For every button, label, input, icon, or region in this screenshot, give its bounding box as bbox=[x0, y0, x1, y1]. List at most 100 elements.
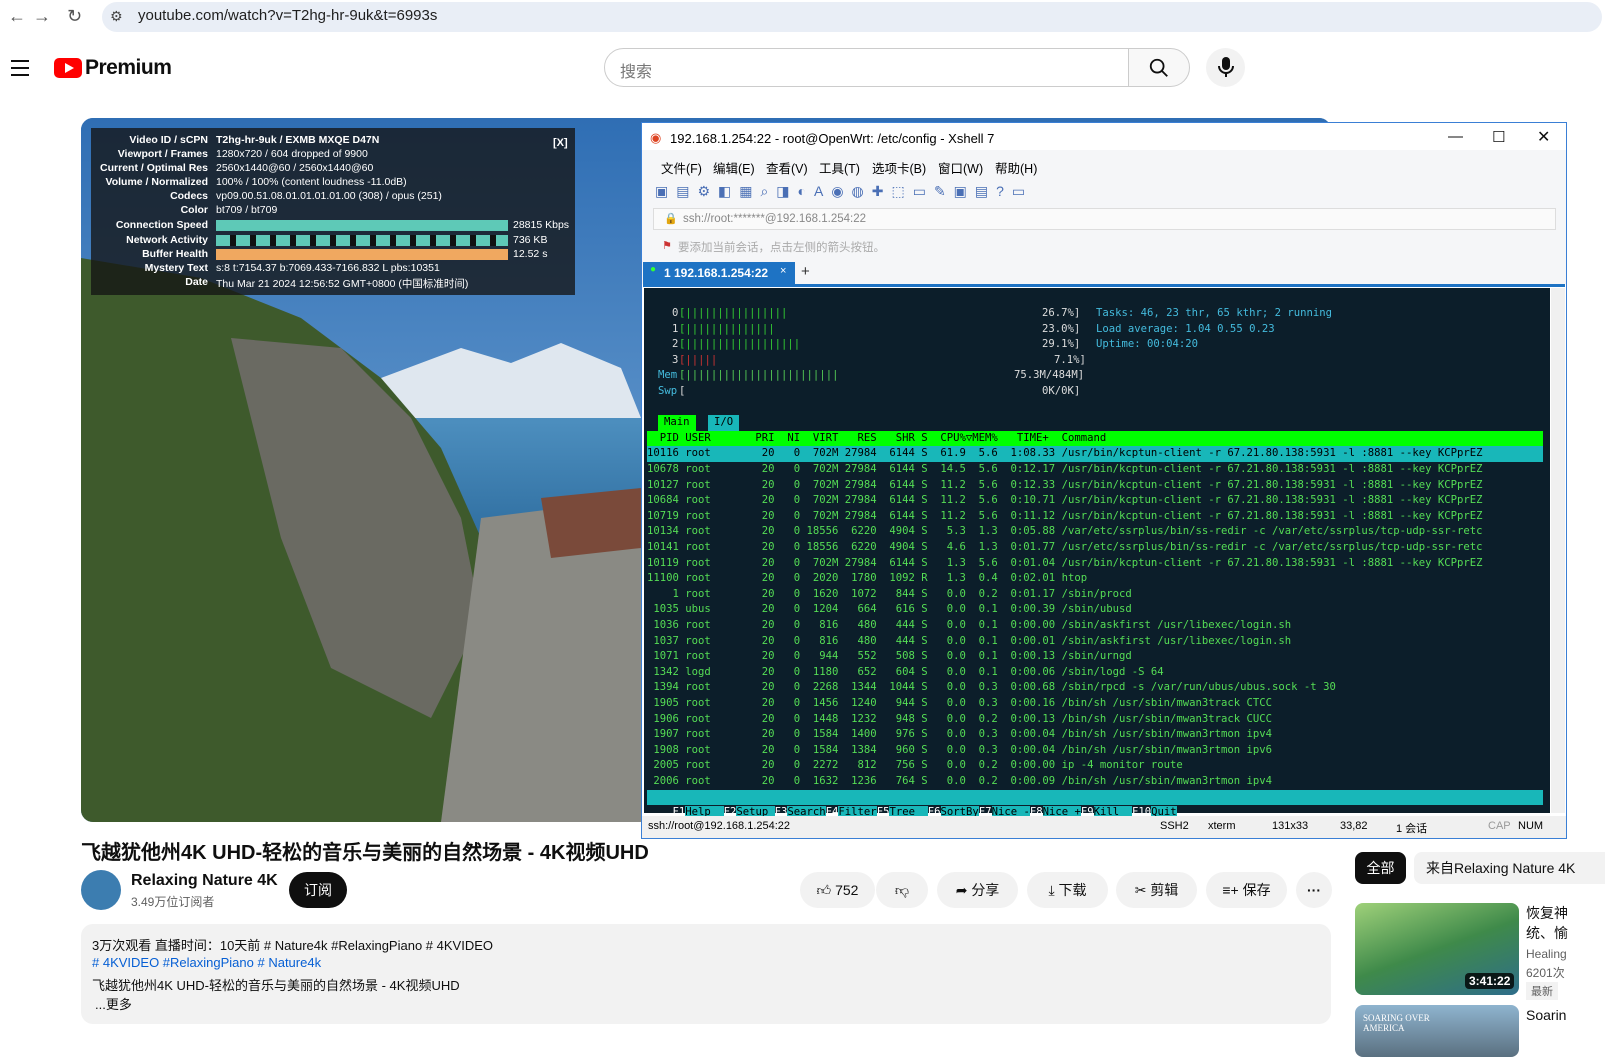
process-row[interactable]: 1394 root 20 0 2268 1344 1044 S 0.0 0.3 … bbox=[647, 680, 1543, 696]
share-icon: ➦ bbox=[955, 882, 968, 898]
process-row[interactable]: 1071 root 20 0 944 552 508 S 0.0 0.1 0:0… bbox=[647, 649, 1543, 665]
status-cap: CAP bbox=[1488, 820, 1511, 832]
mem-bar: [|||||||||||||||||||||||| bbox=[679, 369, 839, 382]
site-info-icon[interactable]: ⚙ bbox=[110, 8, 123, 25]
process-row[interactable]: 1907 root 20 0 1584 1400 976 S 0.0 0.3 0… bbox=[647, 727, 1543, 743]
process-row[interactable]: 10116 root 20 0 702M 27984 6144 S 61.9 5… bbox=[647, 446, 1543, 462]
process-row[interactable]: 1036 root 20 0 816 480 444 S 0.0 0.1 0:0… bbox=[647, 618, 1543, 634]
terminal-scrollbar[interactable] bbox=[1551, 288, 1565, 813]
menu-tools[interactable]: 工具(T) bbox=[819, 158, 860, 177]
process-row[interactable]: 1 root 20 0 1620 1072 844 S 0.0 0.2 0:01… bbox=[647, 587, 1543, 603]
download-label: 下载 bbox=[1058, 882, 1087, 898]
process-row[interactable]: 10141 root 20 0 18556 6220 4904 S 4.6 1.… bbox=[647, 540, 1543, 556]
share-button[interactable]: ➦ 分享 bbox=[937, 872, 1018, 908]
stat-value: 736 KB bbox=[513, 234, 548, 246]
add-to-playlist-icon: ≡+ bbox=[1222, 882, 1239, 898]
tab-close-icon[interactable]: × bbox=[780, 265, 786, 277]
process-row[interactable]: 1905 root 20 0 1456 1240 944 S 0.0 0.3 0… bbox=[647, 696, 1543, 712]
video-thumbnail[interactable]: SOARING OVER AMERICA bbox=[1355, 1005, 1519, 1057]
forward-icon[interactable]: → bbox=[33, 6, 51, 27]
process-row[interactable]: 2006 root 20 0 1632 1236 764 S 0.0 0.2 0… bbox=[647, 774, 1543, 790]
description-box[interactable]: 3万次观看 直播时间：10天前 # Nature4k #RelaxingPian… bbox=[81, 924, 1331, 1024]
cpu-percent: 23.0%] bbox=[1042, 322, 1081, 335]
more-actions-button[interactable]: ··· bbox=[1296, 872, 1332, 908]
chip-all[interactable]: 全部 bbox=[1355, 852, 1406, 884]
channel-name[interactable]: Relaxing Nature 4K bbox=[131, 872, 278, 890]
process-row[interactable]: 10719 root 20 0 702M 27984 6144 S 11.2 5… bbox=[647, 509, 1543, 525]
search-placeholder: 搜索 bbox=[620, 64, 653, 81]
search-button[interactable] bbox=[1128, 48, 1190, 87]
menu-icon[interactable] bbox=[0, 58, 40, 78]
new-tab-icon[interactable]: + bbox=[801, 263, 810, 280]
process-row[interactable]: 10127 root 20 0 702M 27984 6144 S 11.2 5… bbox=[647, 478, 1543, 494]
tab-io[interactable]: I/O bbox=[708, 415, 740, 431]
cpu-id: 3 bbox=[672, 353, 679, 366]
process-row[interactable]: 1906 root 20 0 1448 1232 948 S 0.0 0.2 0… bbox=[647, 712, 1543, 728]
address-text[interactable]: ssh://root:*******@192.168.1.254:22 bbox=[683, 213, 866, 225]
minimize-icon[interactable]: — bbox=[1448, 128, 1463, 145]
related-video-title[interactable]: Soarin bbox=[1526, 1007, 1566, 1023]
tab-main[interactable]: Main bbox=[658, 415, 696, 431]
network-activity-bar bbox=[216, 235, 508, 246]
save-button[interactable]: ≡+ 保存 bbox=[1206, 872, 1287, 908]
menu-view[interactable]: 查看(V) bbox=[766, 158, 808, 177]
logo-text[interactable]: Premium bbox=[85, 56, 172, 80]
description-meta: 3万次观看 直播时间：10天前 # Nature4k #RelaxingPian… bbox=[92, 938, 493, 953]
process-row[interactable]: 10119 root 20 0 702M 27984 6144 S 1.3 5.… bbox=[647, 556, 1543, 572]
related-video-title[interactable]: 恢复神 统、愉 bbox=[1526, 903, 1605, 943]
clip-button[interactable]: ✂ 剪辑 bbox=[1116, 872, 1197, 908]
menu-tabs[interactable]: 选项卡(B) bbox=[872, 158, 926, 177]
menu-file[interactable]: 文件(F) bbox=[661, 158, 702, 177]
process-row[interactable]: 10678 root 20 0 702M 27984 6144 S 14.5 5… bbox=[647, 462, 1543, 478]
stat-label: Color bbox=[180, 204, 208, 216]
process-row[interactable]: 1908 root 20 0 1584 1384 960 S 0.0 0.3 0… bbox=[647, 743, 1543, 759]
session-tab-label[interactable]: 1 192.168.1.254:22 bbox=[664, 266, 768, 280]
stat-label: Mystery Text bbox=[144, 262, 208, 274]
close-icon[interactable]: ✕ bbox=[1537, 127, 1550, 147]
back-icon[interactable]: ← bbox=[8, 6, 26, 27]
cpu-bar: [|||||||||||||||| bbox=[679, 307, 788, 319]
download-button[interactable]: ⤓ 下载 bbox=[1027, 872, 1108, 908]
menu-window[interactable]: 窗口(W) bbox=[938, 158, 983, 177]
stat-value: 1280x720 / 604 dropped of 9900 bbox=[216, 148, 368, 160]
stat-value: bt709 / bt709 bbox=[216, 204, 278, 216]
mic-icon bbox=[1218, 57, 1234, 77]
process-row[interactable]: 10134 root 20 0 18556 6220 4904 S 5.3 1.… bbox=[647, 524, 1543, 540]
process-row[interactable]: 11100 root 20 0 2020 1780 1092 R 1.3 0.4… bbox=[647, 571, 1543, 587]
video-title: 飞越犹他州4K UHD-轻松的音乐与美丽的自然场景 - 4K视频UHD bbox=[81, 842, 649, 864]
chip-from-channel[interactable]: 来自Relaxing Nature 4K bbox=[1414, 852, 1605, 884]
url-text[interactable]: youtube.com/watch?v=T2hg-hr-9uk&t=6993s bbox=[138, 7, 437, 24]
process-row[interactable]: 2005 root 20 0 2272 812 756 S 0.0 0.2 0:… bbox=[647, 758, 1543, 774]
function-key-bar: F1Help F2Setup F3SearchF4FilterF5Tree F6… bbox=[647, 789, 1543, 819]
terminal[interactable]: 0 [|||||||||||||||| 26.7%] 1 [||||||||||… bbox=[644, 288, 1550, 819]
process-row[interactable]: 10684 root 20 0 702M 27984 6144 S 11.2 5… bbox=[647, 493, 1543, 509]
dislike-button[interactable]: 👎︎ bbox=[876, 872, 928, 908]
voice-search-button[interactable] bbox=[1206, 48, 1245, 87]
stat-value: 12.52 s bbox=[513, 248, 548, 260]
process-row[interactable]: 1342 logd 20 0 1180 652 604 S 0.0 0.1 0:… bbox=[647, 665, 1543, 681]
show-more-link[interactable]: ...更多 bbox=[95, 994, 132, 1013]
swp-bar: [ bbox=[679, 385, 686, 397]
related-video-channel[interactable]: Healing bbox=[1526, 947, 1567, 961]
subscriber-count: 3.49万位订阅者 bbox=[131, 895, 215, 909]
stat-label: Viewport / Frames bbox=[117, 148, 208, 160]
search-input[interactable] bbox=[604, 48, 1129, 87]
reload-icon[interactable]: ↻ bbox=[67, 6, 82, 27]
channel-avatar[interactable] bbox=[81, 870, 121, 910]
window-title: 192.168.1.254:22 - root@OpenWrt: /etc/co… bbox=[670, 131, 995, 146]
menu-help[interactable]: 帮助(H) bbox=[995, 158, 1037, 177]
description-tags[interactable]: # 4KVIDEO #RelaxingPiano # Nature4k bbox=[92, 955, 321, 970]
buffer-health-bar bbox=[216, 249, 508, 260]
maximize-icon[interactable]: ☐ bbox=[1492, 128, 1505, 146]
related-video-views: 6201次 bbox=[1526, 966, 1565, 980]
process-row[interactable]: 1037 root 20 0 816 480 444 S 0.0 0.1 0:0… bbox=[647, 634, 1543, 650]
status-dot-icon: ● bbox=[650, 264, 657, 275]
stat-label: Network Activity bbox=[126, 234, 208, 246]
menu-edit[interactable]: 编辑(E) bbox=[713, 158, 755, 177]
like-button[interactable]: 👍︎ 752 bbox=[800, 872, 875, 908]
xshell-toolbar-icons[interactable]: ▣▤⚙◧▦⌕◨◐A◉◍✚⬚▭✎▣▤?▭ bbox=[655, 183, 1255, 203]
subscribe-button[interactable]: 订阅 bbox=[289, 872, 347, 908]
process-row[interactable]: 1035 ubus 20 0 1204 664 616 S 0.0 0.1 0:… bbox=[647, 602, 1543, 618]
stat-label: Buffer Health bbox=[142, 248, 208, 260]
stats-close-button[interactable]: [X] bbox=[553, 137, 568, 149]
